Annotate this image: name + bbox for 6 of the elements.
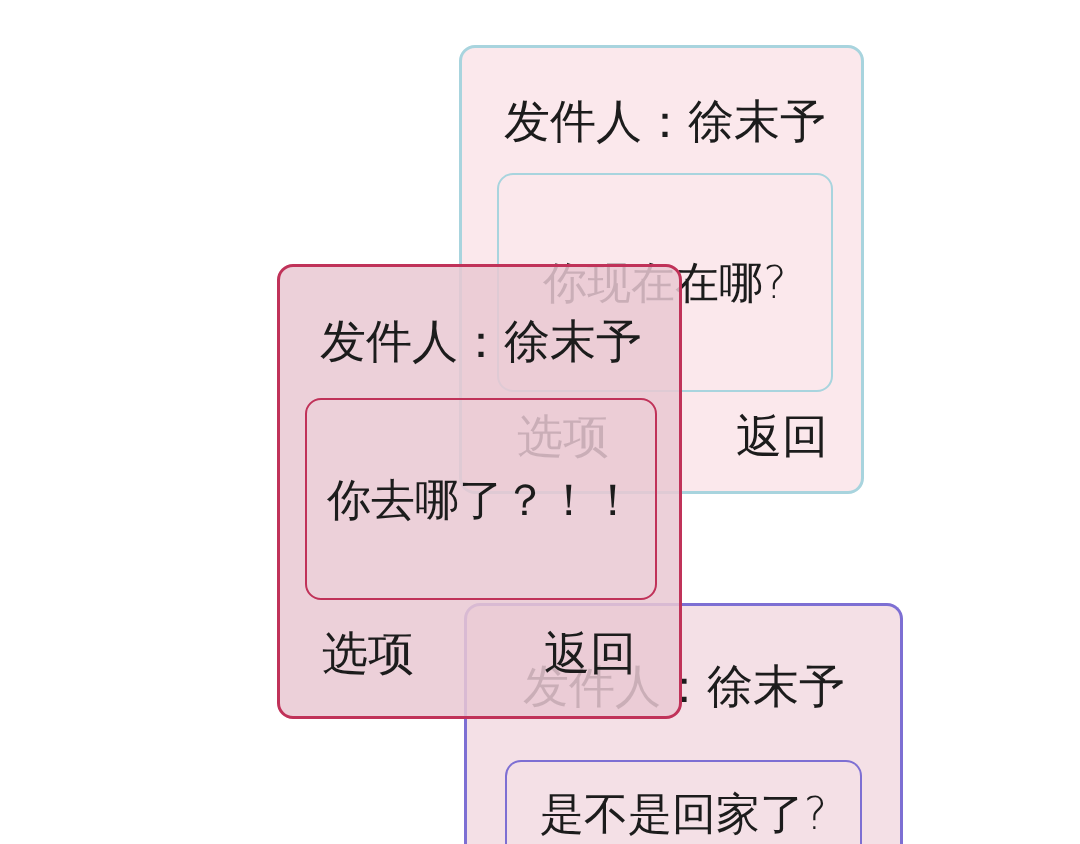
sender-label: 发件人：徐末予 [503, 94, 827, 149]
options-button[interactable]: 选项 [322, 626, 414, 681]
message-text: 是不是回家了? [539, 787, 828, 841]
sender-label: 发件人：徐末予 [319, 314, 643, 369]
message-text: 你去哪了？！！ [327, 472, 635, 527]
back-button[interactable]: 返回 [736, 409, 828, 464]
